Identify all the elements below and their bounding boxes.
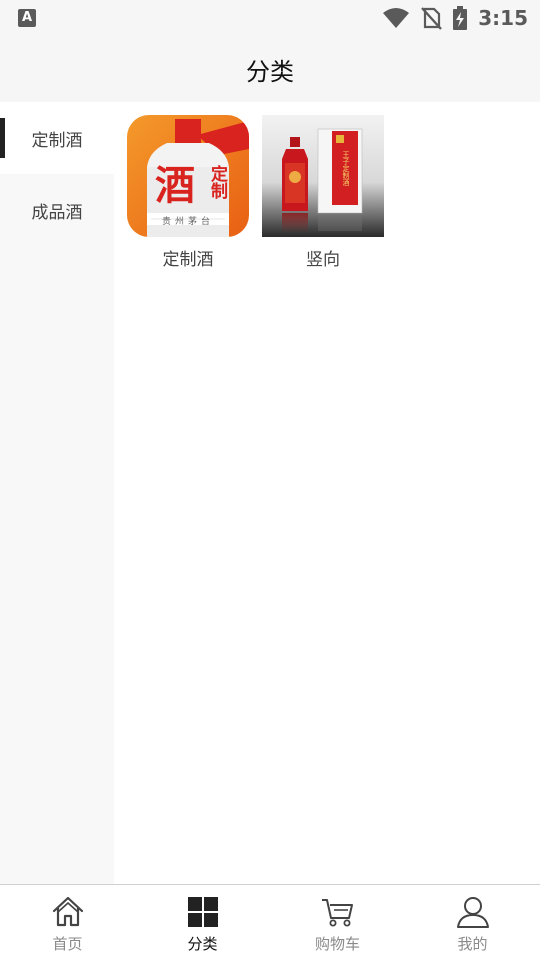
wifi-icon <box>383 8 410 28</box>
grid-icon <box>187 897 218 927</box>
nav-cart[interactable]: 购物车 <box>270 885 405 960</box>
nav-category[interactable]: 分类 <box>135 885 270 960</box>
sidebar-item-label: 成品酒 <box>31 202 83 223</box>
active-indicator <box>0 118 5 158</box>
nav-me[interactable]: 我的 <box>405 885 540 960</box>
sidebar-item-finished-liquor[interactable]: 成品酒 <box>0 174 114 246</box>
nav-label: 我的 <box>457 935 488 953</box>
product-card-vertical[interactable]: 王子定制酒 竖向 <box>262 115 384 270</box>
sidebar-item-custom-liquor[interactable]: 定制酒 <box>0 102 114 174</box>
thumb-main-glyph: 酒 <box>155 163 195 209</box>
cart-icon <box>321 899 353 927</box>
nav-label: 首页 <box>52 935 83 953</box>
nav-label: 购物车 <box>314 935 360 953</box>
product-label: 定制酒 <box>162 250 214 270</box>
nav-home[interactable]: 首页 <box>0 885 135 960</box>
battery-charging-icon <box>453 6 468 30</box>
vertical-liquor-thumbnail: 王子定制酒 <box>262 115 384 237</box>
status-icons: 3:15 <box>382 4 528 32</box>
app-header: 分类 <box>0 36 540 102</box>
home-icon <box>52 896 83 927</box>
thumb-side-glyph: 定制 <box>207 164 228 200</box>
bottom-nav: 首页 分类 购物车 我的 <box>0 884 540 960</box>
custom-liquor-thumbnail: 酒 定制 贵州茅台 <box>127 115 249 237</box>
thumb-bottom-text: 贵州茅台 <box>162 215 214 227</box>
sidebar-item-label: 定制酒 <box>31 130 83 151</box>
product-label: 竖向 <box>306 250 340 270</box>
page-title: 分类 <box>246 57 294 86</box>
accessibility-a-icon: A <box>18 9 36 27</box>
status-time: 3:15 <box>478 6 528 30</box>
nav-label: 分类 <box>187 935 218 953</box>
user-icon <box>456 897 489 928</box>
no-sim-icon <box>421 7 443 30</box>
app-screen: A 3:15 分类 定制酒 成品酒 酒 定制 贵州茅台 定制酒 王子定制酒 竖向… <box>0 0 540 960</box>
product-card-custom-liquor[interactable]: 酒 定制 贵州茅台 定制酒 <box>127 115 249 270</box>
category-sidebar: 定制酒 成品酒 <box>0 102 114 884</box>
category-content: 酒 定制 贵州茅台 定制酒 王子定制酒 竖向 <box>114 102 540 884</box>
status-bar: A 3:15 <box>0 0 540 36</box>
box-vertical-text: 王子定制酒 <box>342 151 350 187</box>
